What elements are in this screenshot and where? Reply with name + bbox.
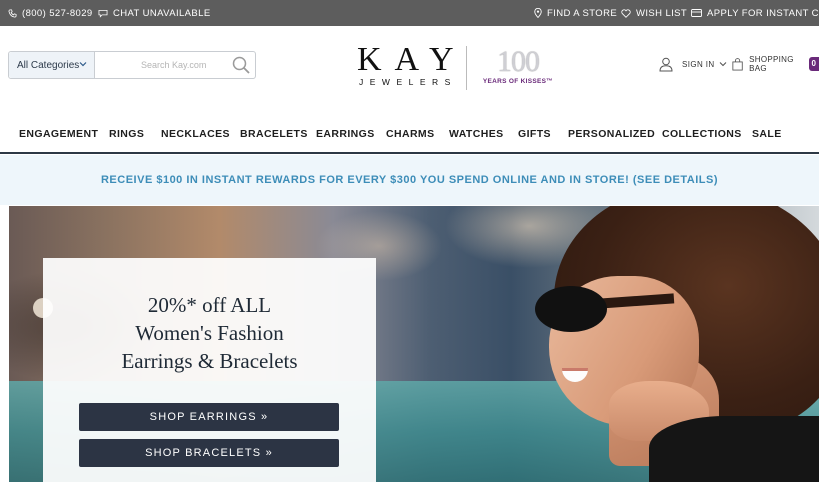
logo-subtitle: JEWELERS [359, 77, 457, 87]
hero-headline-line3: Earrings & Bracelets [121, 349, 298, 373]
search-form: All Categories [8, 51, 256, 79]
chevron-down-icon [79, 62, 87, 67]
sign-in-link[interactable]: SIGN IN [659, 54, 727, 74]
nav-item-necklaces[interactable]: NECKLACES [161, 116, 230, 152]
apply-credit-label: APPLY FOR INSTANT CREDIT [707, 7, 819, 19]
shopping-bag-label: SHOPPING BAG [749, 55, 794, 73]
kay-logo[interactable]: KAY JEWELERS [357, 41, 467, 92]
rewards-promo-banner[interactable]: RECEIVE $100 IN INSTANT REWARDS FOR EVER… [0, 155, 819, 205]
nav-item-rings[interactable]: RINGS [109, 116, 144, 152]
chat-status: CHAT UNAVAILABLE [113, 7, 211, 19]
wish-list-label: WISH LIST [636, 7, 688, 19]
site-header: All Categories KAY JEWELERS 100 YEARS OF… [0, 26, 819, 116]
hero-promo-card: 20%* off ALL Women's Fashion Earrings & … [43, 258, 376, 482]
wish-list-link[interactable]: WISH LIST [621, 0, 687, 26]
shop-bracelets-button[interactable]: SHOP BRACELETS » [79, 439, 339, 467]
shop-earrings-button[interactable]: SHOP EARRINGS » [79, 403, 339, 431]
hero-headline-line1: 20%* off ALL [147, 293, 272, 317]
user-icon [659, 57, 673, 71]
anniversary-text: YEARS OF KISSES™ [482, 78, 554, 85]
phone-icon [8, 8, 17, 18]
nav-item-sale[interactable]: SALE [752, 116, 782, 152]
sign-in-label: SIGN IN [682, 59, 715, 69]
main-nav: ENGAGEMENT RINGS NECKLACES BRACELETS EAR… [0, 116, 819, 154]
anniversary-number: 100 [497, 45, 540, 78]
category-dropdown-label: All Categories [17, 59, 80, 71]
shopping-bag-link[interactable]: SHOPPING BAG 0 [732, 54, 819, 74]
chevron-down-icon [719, 62, 726, 67]
nav-item-gifts[interactable]: GIFTS [518, 116, 551, 152]
search-button[interactable] [231, 55, 251, 75]
nav-item-earrings[interactable]: EARRINGS [316, 116, 375, 152]
nav-item-bracelets[interactable]: BRACELETS [240, 116, 308, 152]
chat-icon [98, 9, 108, 18]
logo-divider [466, 46, 467, 90]
hero-headline-line2: Women's Fashion [135, 321, 284, 345]
anniversary-logo: 100 YEARS OF KISSES™ [478, 46, 558, 94]
credit-card-icon [691, 9, 702, 17]
logo-wordmark: KAY [357, 41, 467, 78]
nav-item-engagement[interactable]: ENGAGEMENT [19, 116, 98, 152]
category-dropdown[interactable]: All Categories [9, 52, 95, 78]
chat-link[interactable]: CHAT UNAVAILABLE [98, 0, 211, 26]
apply-credit-link[interactable]: APPLY FOR INSTANT CREDIT [691, 0, 819, 26]
find-store-link[interactable]: FIND A STORE [534, 0, 617, 26]
phone-number: (800) 527-8029 [22, 7, 93, 19]
model-sunglasses [535, 286, 607, 332]
nav-item-watches[interactable]: WATCHES [449, 116, 504, 152]
shopping-bag-icon [732, 57, 743, 70]
search-input[interactable] [99, 54, 229, 76]
model-shirt [649, 416, 819, 482]
location-pin-icon [534, 8, 542, 18]
nav-item-collections[interactable]: COLLECTIONS [662, 116, 742, 152]
search-icon [232, 56, 250, 74]
nav-item-personalized[interactable]: PERSONALIZED [568, 116, 655, 152]
find-store-label: FIND A STORE [547, 7, 618, 19]
utility-bar: (800) 527-8029 CHAT UNAVAILABLE FIND A S… [0, 0, 819, 26]
heart-icon [621, 8, 631, 18]
bag-count-badge: 0 [808, 57, 819, 71]
nav-item-charms[interactable]: CHARMS [386, 116, 434, 152]
phone-link[interactable]: (800) 527-8029 [8, 0, 93, 26]
